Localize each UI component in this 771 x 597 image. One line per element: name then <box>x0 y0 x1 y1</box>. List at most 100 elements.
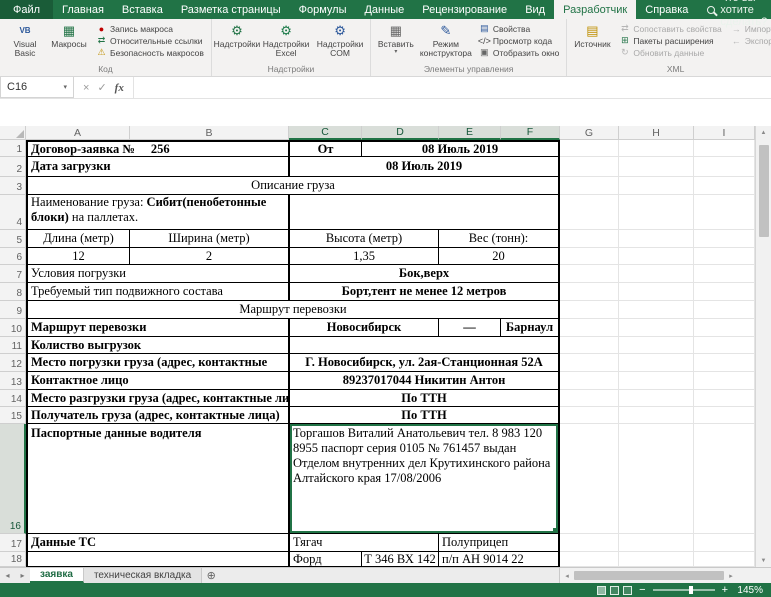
cell-G4[interactable] <box>560 195 619 230</box>
cell-C18[interactable]: Форд <box>289 552 362 567</box>
cell-I15[interactable] <box>694 407 755 424</box>
cell-H3[interactable] <box>619 177 694 195</box>
cell-I16[interactable] <box>694 424 755 534</box>
sheet-tab-заявка[interactable]: заявка <box>30 568 84 583</box>
sheet-nav-left-icon[interactable]: ◂ <box>0 568 15 583</box>
cell-A12[interactable]: Место погрузки груза (адрес, контактные <box>26 354 289 372</box>
row-header-15[interactable]: 15 <box>0 407 26 424</box>
cell-G18[interactable] <box>560 552 619 567</box>
ribbon-button-экспорт[interactable]: ←Экспорт <box>729 35 771 46</box>
cell-H7[interactable] <box>619 265 694 283</box>
cell-I18[interactable] <box>694 552 755 567</box>
cell-I1[interactable] <box>694 140 755 157</box>
cell-C11[interactable] <box>289 337 560 354</box>
cell-G3[interactable] <box>560 177 619 195</box>
namebox-dropdown-icon[interactable]: ▾ <box>63 83 67 91</box>
cell-A4[interactable]: Наименование груза: Сибит(пенобетонные б… <box>26 195 289 230</box>
row-header-2[interactable]: 2 <box>0 157 26 177</box>
cell-D1[interactable]: 08 Июль 2019 <box>362 140 560 157</box>
cell-I17[interactable] <box>694 534 755 552</box>
ribbon-button-макросы[interactable]: ▦ Макросы <box>47 20 91 49</box>
vertical-scroll-thumb[interactable] <box>758 145 769 237</box>
cell-C13[interactable]: 89237017044 Никитин Антон <box>289 372 560 390</box>
ribbon-button-вставить[interactable]: ▦ Вставить ▾ <box>374 20 418 55</box>
ribbon-button-пакеты-расширения[interactable]: ⊞ Пакеты расширения <box>617 35 723 46</box>
cell-H1[interactable] <box>619 140 694 157</box>
cell-E17[interactable]: Полуприцеп <box>439 534 560 552</box>
ribbon-button-надстройки-com[interactable]: ⚙ Надстройки COM <box>313 20 367 59</box>
row-header-9[interactable]: 9 <box>0 301 26 319</box>
cell-I14[interactable] <box>694 390 755 407</box>
cell-C7[interactable]: Бок,верх <box>289 265 560 283</box>
cell-C15[interactable]: По ТТН <box>289 407 560 424</box>
ribbon-button-надстройки[interactable]: ⚙ Надстройки <box>214 20 261 49</box>
column-header-F[interactable]: F <box>501 126 560 140</box>
cell-A1[interactable]: Договор-заявка № 256 <box>26 140 289 157</box>
column-header-E[interactable]: E <box>439 126 501 140</box>
cell-H12[interactable] <box>619 354 694 372</box>
cell-H9[interactable] <box>619 301 694 319</box>
column-header-I[interactable]: I <box>694 126 755 140</box>
cell-I2[interactable] <box>694 157 755 177</box>
horizontal-scroll-thumb[interactable] <box>574 571 724 580</box>
cell-A9[interactable]: Маршрут перевозки <box>26 301 560 319</box>
row-header-12[interactable]: 12 <box>0 354 26 372</box>
row-header-1[interactable]: 1 <box>0 140 26 157</box>
row-header-6[interactable]: 6 <box>0 248 26 265</box>
row-header-5[interactable]: 5 <box>0 230 26 248</box>
cell-C14[interactable]: По ТТН <box>289 390 560 407</box>
ribbon-tab-вид[interactable]: Вид <box>516 0 554 19</box>
zoom-out-button[interactable]: − <box>639 584 645 596</box>
cell-G13[interactable] <box>560 372 619 390</box>
cell-A11[interactable]: Колиство выгрузок <box>26 337 289 354</box>
hscroll-left-icon[interactable]: ◂ <box>560 572 574 580</box>
cell-B6[interactable]: 2 <box>130 248 289 265</box>
cell-A6[interactable]: 12 <box>26 248 130 265</box>
cell-I12[interactable] <box>694 354 755 372</box>
cell-G11[interactable] <box>560 337 619 354</box>
cell-H8[interactable] <box>619 283 694 301</box>
cell-I5[interactable] <box>694 230 755 248</box>
cell-H5[interactable] <box>619 230 694 248</box>
cell-E6[interactable]: 20 <box>439 248 560 265</box>
ribbon-button-visual-basic[interactable]: VB Visual Basic <box>3 20 47 59</box>
row-header-16[interactable]: 16 <box>0 424 26 534</box>
ribbon-button-свойства[interactable]: ▤ Свойства <box>477 23 562 34</box>
row-header-7[interactable]: 7 <box>0 265 26 283</box>
select-all-corner[interactable] <box>0 126 26 140</box>
row-header-4[interactable]: 4 <box>0 195 26 230</box>
cell-H15[interactable] <box>619 407 694 424</box>
cell-A8[interactable]: Требуемый тип подвижного состава <box>26 283 289 301</box>
name-box[interactable]: C16 ▾ <box>0 77 74 98</box>
cell-H11[interactable] <box>619 337 694 354</box>
cell-C8[interactable]: Борт,тент не менее 12 метров <box>289 283 560 301</box>
row-header-13[interactable]: 13 <box>0 372 26 390</box>
ribbon-tab-файл[interactable]: Файл <box>0 0 54 19</box>
ribbon-button-обновить-данные[interactable]: ↻ Обновить данные <box>617 47 723 58</box>
vertical-scrollbar[interactable]: ▲ ▼ <box>755 126 771 567</box>
cell-I13[interactable] <box>694 372 755 390</box>
cell-H4[interactable] <box>619 195 694 230</box>
cell-C5[interactable]: Высота (метр) <box>289 230 439 248</box>
cell-A15[interactable]: Получатель груза (адрес, контактные лица… <box>26 407 289 424</box>
zoom-slider[interactable] <box>652 586 715 594</box>
cell-E5[interactable]: Вес (тонн): <box>439 230 560 248</box>
cell-I8[interactable] <box>694 283 755 301</box>
cell-I4[interactable] <box>694 195 755 230</box>
cell-E18[interactable]: п/п АН 9014 22 <box>439 552 560 567</box>
cell-G16[interactable] <box>560 424 619 534</box>
cell-C12[interactable]: Г. Новосибирск, ул. 2ая-Станционная 52А <box>289 354 560 372</box>
column-header-C[interactable]: C <box>289 126 362 140</box>
cell-G15[interactable] <box>560 407 619 424</box>
zoom-level[interactable]: 145% <box>735 585 763 596</box>
scroll-down-icon[interactable]: ▼ <box>756 554 771 567</box>
ribbon-tab-данные[interactable]: Данные <box>355 0 413 19</box>
tell-me-search[interactable]: Что вы хотите сделать? <box>697 0 771 28</box>
horizontal-scrollbar[interactable]: ◂ ▸ <box>559 568 771 583</box>
cell-I6[interactable] <box>694 248 755 265</box>
sheet-tab-техническая-вкладка[interactable]: техническая вкладка <box>83 568 203 583</box>
ribbon-button-запись-макроса[interactable]: ● Запись макроса <box>94 23 206 34</box>
cell-G10[interactable] <box>560 319 619 337</box>
cell-C1[interactable]: От <box>289 140 362 157</box>
ribbon-tab-справка[interactable]: Справка <box>636 0 697 19</box>
